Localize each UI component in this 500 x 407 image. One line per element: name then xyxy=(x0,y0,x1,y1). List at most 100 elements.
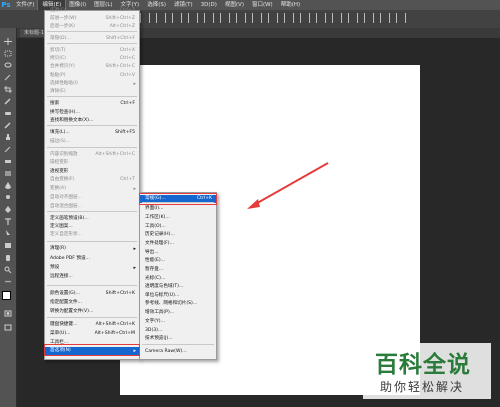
preferences-menu-item[interactable]: 导出... xyxy=(140,249,216,257)
menu-window[interactable]: 窗口(W) xyxy=(248,0,277,10)
move-tool-icon[interactable] xyxy=(4,38,12,45)
blur-tool-icon[interactable] xyxy=(4,182,12,189)
preferences-menu-item[interactable]: 文字(Y)... xyxy=(140,318,216,326)
preferences-menu-item[interactable]: 参考线、网格和切片(S)... xyxy=(140,300,216,308)
magic-wand-tool-icon[interactable] xyxy=(4,74,12,81)
history-brush-tool-icon[interactable] xyxy=(4,146,12,153)
preferences-menu-item[interactable]: 3D(3)... xyxy=(140,327,216,335)
path-selection-tool-icon[interactable] xyxy=(4,230,12,237)
preferences-menu-item[interactable]: 透明度与色域(T)... xyxy=(140,283,216,291)
menu-3d[interactable]: 3D(D) xyxy=(197,0,221,10)
distribute-icon[interactable] xyxy=(316,13,326,23)
edit-menu-item[interactable]: 后退一步(K) Alt+Ctrl+Z xyxy=(45,23,139,31)
edit-menu-item[interactable]: 操控变形 xyxy=(45,159,139,167)
menu-view[interactable]: 视图(V) xyxy=(221,0,248,10)
distribute-icon[interactable] xyxy=(268,13,278,23)
dodge-tool-icon[interactable] xyxy=(4,194,12,201)
edit-menu-item[interactable]: 预设 ▸ xyxy=(45,264,139,272)
preferences-menu-item[interactable]: Camera Raw(W)... xyxy=(140,348,216,356)
3d-mode-icon[interactable] xyxy=(396,13,406,23)
more-tools-icon[interactable] xyxy=(4,278,12,285)
edit-menu-item[interactable]: 粘贴(P) Ctrl+V xyxy=(45,72,139,80)
edit-menu-item[interactable]: 颜色设置(G)... Shift+Ctrl+K xyxy=(45,290,139,298)
menu-item-label: 剪切(T) xyxy=(50,48,66,53)
brush-tool-icon[interactable] xyxy=(4,122,12,129)
3d-mode-icon[interactable] xyxy=(364,13,374,23)
rectangle-tool-icon[interactable] xyxy=(4,242,12,249)
edit-menu-item[interactable]: 自由变换(F) Ctrl+T xyxy=(45,176,139,184)
edit-menu-item[interactable]: 透视变形 xyxy=(45,168,139,176)
preferences-menu-item[interactable]: 文件处理(F)... xyxy=(140,240,216,248)
edit-menu-item[interactable]: 描边(S)... xyxy=(45,138,139,146)
distribute-icon[interactable] xyxy=(284,13,294,23)
gradient-tool-icon[interactable] xyxy=(4,170,12,177)
edit-menu-item[interactable]: Adobe PDF 预设... xyxy=(45,255,139,263)
preferences-menu-item[interactable]: 工作区(K)... xyxy=(140,214,216,222)
edit-menu-item[interactable]: 键盘快捷键... Alt+Shift+Ctrl+K xyxy=(45,321,139,329)
preferences-menu-item[interactable]: 单位与标尺(U)... xyxy=(140,292,216,300)
edit-menu-item[interactable]: 清理(R) ▸ xyxy=(45,245,139,253)
edit-menu-item[interactable]: 合并拷贝(Y) Shift+Ctrl+C xyxy=(45,63,139,71)
3d-mode-icon[interactable] xyxy=(348,13,358,23)
menu-select[interactable]: 选择(S) xyxy=(143,0,170,10)
distribute-icon[interactable] xyxy=(236,13,246,23)
quick-mask-icon[interactable] xyxy=(4,310,12,317)
preferences-menu-item[interactable]: 增效工具(P)... xyxy=(140,309,216,317)
3d-mode-icon[interactable] xyxy=(332,13,342,23)
edit-menu-item[interactable]: 前进一步(W) Shift+Ctrl+Z xyxy=(45,15,139,23)
edit-menu-item[interactable]: 定义画笔预设(B)... xyxy=(45,215,139,223)
crop-tool-icon[interactable] xyxy=(4,86,12,93)
edit-menu-item[interactable]: 定义图案... xyxy=(45,223,139,231)
edit-menu-item[interactable]: 选择性粘贴(I) ▸ xyxy=(45,80,139,88)
edit-menu-item[interactable]: 定义自定形状... xyxy=(45,231,139,239)
distribute-icon[interactable] xyxy=(252,13,262,23)
pen-tool-icon[interactable] xyxy=(4,206,12,213)
align-middle-icon[interactable] xyxy=(204,13,214,23)
menu-help[interactable]: 帮助(H) xyxy=(277,0,304,10)
lasso-tool-icon[interactable] xyxy=(4,62,12,69)
preferences-menu-item[interactable]: 界面(I)... xyxy=(140,205,216,213)
preferences-menu-item[interactable]: 光标(C)... xyxy=(140,275,216,283)
preferences-menu-item[interactable]: 技术预览(J)... xyxy=(140,335,216,343)
hand-tool-icon[interactable] xyxy=(4,254,12,261)
edit-menu-item[interactable]: 查找和替换文本(X)... xyxy=(45,117,139,125)
zoom-tool-icon[interactable] xyxy=(4,266,12,274)
marquee-tool-icon[interactable] xyxy=(4,50,12,57)
align-right-icon[interactable] xyxy=(172,13,182,23)
align-top-icon[interactable] xyxy=(188,13,198,23)
edit-menu-item[interactable]: 剪切(T) Ctrl+X xyxy=(45,47,139,55)
edit-menu-item[interactable]: 远程连接... xyxy=(45,273,139,281)
edit-menu-item[interactable]: 变换(A) ▸ xyxy=(45,185,139,193)
align-bottom-icon[interactable] xyxy=(220,13,230,23)
preferences-menu-item[interactable]: 工具(O)... xyxy=(140,223,216,231)
edit-menu-item[interactable]: 拷贝(C) Ctrl+C xyxy=(45,55,139,63)
edit-menu-item[interactable]: 清除(E) xyxy=(45,88,139,96)
edit-menu-item[interactable]: 菜单(U)... Alt+Shift+Ctrl+M xyxy=(45,330,139,338)
edit-menu-item[interactable]: 还原(O) Ctrl+Z xyxy=(45,7,139,15)
eraser-tool-icon[interactable] xyxy=(4,158,12,165)
healing-brush-tool-icon[interactable] xyxy=(4,110,12,117)
eyedropper-tool-icon[interactable] xyxy=(4,98,12,105)
edit-menu-item[interactable]: 指定配置文件... xyxy=(45,299,139,307)
3d-mode-icon[interactable] xyxy=(380,13,390,23)
preferences-menu-item[interactable]: 暂存盘... xyxy=(140,266,216,274)
edit-menu-item[interactable]: 拼写检查(H)... xyxy=(45,109,139,117)
edit-menu-item[interactable]: 渐隐(D)... Shift+Ctrl+F xyxy=(45,35,139,43)
stamp-tool-icon[interactable] xyxy=(4,134,12,141)
align-center-icon[interactable] xyxy=(156,13,166,23)
foreground-color-swatch[interactable] xyxy=(2,291,11,300)
distribute-icon[interactable] xyxy=(300,13,310,23)
screen-mode-icon[interactable] xyxy=(4,324,12,331)
preferences-menu-item[interactable]: 历史记录(H)... xyxy=(140,231,216,239)
type-tool-icon[interactable] xyxy=(4,218,12,225)
edit-menu-item[interactable]: 转换为配置文件(V)... xyxy=(45,308,139,316)
edit-menu-item[interactable]: 填充(L)... Shift+F5 xyxy=(45,129,139,137)
align-left-icon[interactable] xyxy=(140,13,150,23)
edit-menu-item[interactable]: 搜索 Ctrl+F xyxy=(45,100,139,108)
edit-menu-item[interactable]: 自动对齐图层... xyxy=(45,194,139,202)
menu-filter[interactable]: 滤镜(T) xyxy=(170,0,197,10)
edit-menu-item[interactable]: 内容识别缩放 Alt+Shift+Ctrl+C xyxy=(45,151,139,159)
menu-file[interactable]: 文件(F) xyxy=(12,0,38,10)
edit-menu-item[interactable]: 自动混合图层... xyxy=(45,203,139,211)
preferences-menu-item[interactable]: 性能(E)... xyxy=(140,257,216,265)
